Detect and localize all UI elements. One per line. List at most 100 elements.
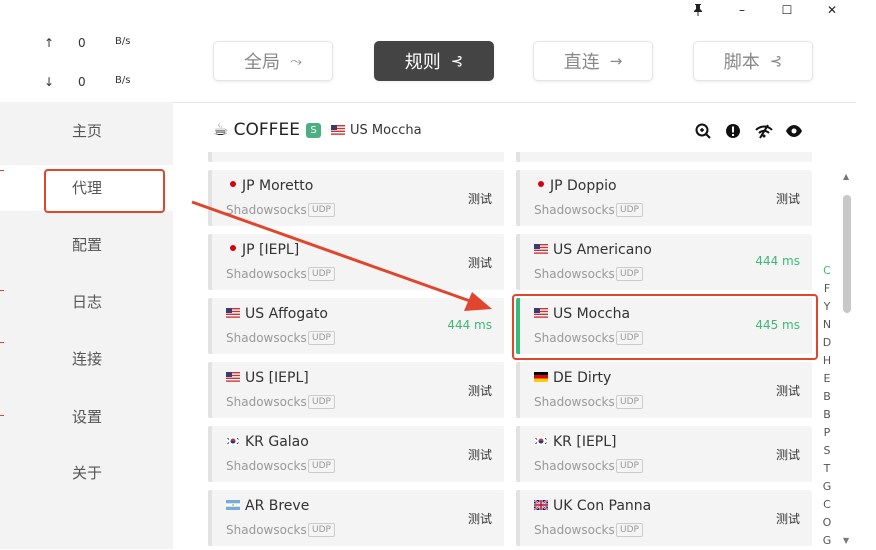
proxy-name: US [IEPL] — [226, 370, 309, 386]
proxy-name-text: KR [IEPL] — [553, 434, 617, 450]
proxy-list: JP Moretto Shadowsocks UDP 测试 JP Doppio Shado… — [173, 152, 856, 549]
latency-test-button[interactable]: 测试 — [468, 382, 492, 399]
nav-profiles[interactable]: 配置 — [0, 222, 173, 268]
kr-flag-icon — [226, 436, 240, 446]
alphabet-index-letter[interactable]: F — [820, 280, 834, 298]
proxy-group-header[interactable]: ☕ COFFEE S US Moccha — [173, 102, 856, 152]
proxy-card[interactable]: US Affogato Shadowsocks UDP 444 ms — [208, 298, 504, 354]
wifi-icon[interactable] — [755, 123, 773, 141]
proxy-card[interactable]: KR [IEPL] Shadowsocks UDP 测试 — [516, 426, 812, 482]
mode-direct-button[interactable]: 直连 → — [533, 41, 653, 81]
proxy-card[interactable]: UK Con Panna Shadowsocks UDP 测试 — [516, 490, 812, 546]
proxy-page: 全局 ⤳ 规则 ⊰ 直连 → 脚本 ⊰ ☕ COFFEE S US Moccha — [173, 20, 856, 549]
proxy-card[interactable]: US Americano Shadowsocks UDP 444 ms — [516, 234, 812, 290]
udp-badge: UDP — [616, 203, 643, 217]
scroll-down-icon[interactable]: ▼ — [843, 536, 849, 545]
selected-proxy-annotation-box — [512, 294, 818, 360]
uk-flag-icon — [534, 500, 548, 510]
proxy-card[interactable]: KR Galao Shadowsocks UDP 测试 — [208, 426, 504, 482]
mode-bar: 全局 ⤳ 规则 ⊰ 直连 → 脚本 ⊰ — [173, 20, 856, 103]
proxy-name: US Affogato — [226, 306, 328, 322]
arrow-right-icon: → — [609, 52, 623, 70]
proxy-type: Shadowsocks — [534, 203, 615, 217]
proxy-name: JP Moretto — [226, 178, 313, 194]
proxy-name: JP [IEPL] — [226, 242, 299, 258]
udp-badge: UDP — [616, 395, 643, 409]
latency-test-button[interactable]: 测试 — [776, 446, 800, 463]
proxy-card[interactable]: JP [IEPL] Shadowsocks UDP 测试 — [208, 234, 504, 290]
us-flag-icon — [534, 244, 548, 254]
proxy-type: Shadowsocks — [226, 395, 307, 409]
alphabet-index-letter[interactable]: G — [820, 532, 834, 550]
proxy-name: AR Breve — [226, 498, 309, 514]
mode-script-button[interactable]: 脚本 ⊰ — [693, 41, 813, 81]
alphabet-index-letter[interactable]: P — [820, 424, 834, 442]
alphabet-index-letter[interactable]: C — [820, 496, 834, 514]
nav-settings[interactable]: 设置 — [0, 394, 173, 440]
kr-flag-icon — [534, 436, 548, 446]
latency-test-button[interactable]: 测试 — [468, 446, 492, 463]
nav-about[interactable]: 关于 — [0, 450, 173, 496]
latency-value[interactable]: 444 ms — [447, 318, 492, 332]
latency-test-button[interactable]: 测试 — [468, 254, 492, 271]
edge-mark — [0, 415, 4, 416]
mode-direct-label: 直连 — [563, 52, 600, 73]
alphabet-index-letter[interactable]: E — [820, 370, 834, 388]
latency-value[interactable]: 444 ms — [755, 254, 800, 268]
close-button[interactable]: ✕ — [810, 0, 854, 20]
alphabet-index-letter[interactable]: Y — [820, 298, 834, 316]
alphabet-index-letter[interactable]: S — [820, 442, 834, 460]
alphabet-index-letter[interactable]: O — [820, 514, 834, 532]
proxy-card[interactable]: JP Doppio Shadowsocks UDP 测试 — [516, 170, 812, 226]
latency-test-icon[interactable] — [695, 123, 713, 141]
nav-logs[interactable]: 日志 — [0, 279, 173, 325]
minimize-button[interactable]: – — [720, 0, 764, 20]
mode-global-button[interactable]: 全局 ⤳ — [213, 41, 333, 81]
download-speed: ↓ 0 B/s — [0, 75, 173, 95]
udp-badge: UDP — [308, 331, 335, 345]
latency-test-button[interactable]: 测试 — [776, 190, 800, 207]
nav-connections[interactable]: 连接 — [0, 336, 173, 382]
upload-unit: B/s — [115, 36, 131, 47]
proxy-card[interactable]: JP Moretto Shadowsocks UDP 测试 — [208, 170, 504, 226]
proxy-card[interactable]: AR Breve Shadowsocks UDP 测试 — [208, 490, 504, 546]
alphabet-index-letter[interactable]: D — [820, 334, 834, 352]
latency-test-button[interactable]: 测试 — [468, 190, 492, 207]
proxy-type: Shadowsocks — [226, 267, 307, 281]
download-value: 0 — [78, 75, 86, 89]
scrollbar-thumb[interactable] — [843, 195, 851, 313]
mode-rule-button[interactable]: 规则 ⊰ — [374, 41, 494, 81]
nav-profiles-label: 配置 — [72, 236, 103, 254]
group-title: ☕ COFFEE — [213, 120, 300, 140]
upload-value: 0 — [78, 36, 86, 50]
alphabet-index-letter[interactable]: B — [820, 388, 834, 406]
proxy-card-partial[interactable] — [208, 152, 504, 162]
jp-flag-icon — [230, 245, 236, 251]
eye-icon[interactable] — [785, 123, 803, 141]
latency-test-button[interactable]: 测试 — [776, 510, 800, 527]
alphabet-index-letter[interactable]: C — [820, 262, 834, 280]
nav-home[interactable]: 主页 — [0, 108, 173, 154]
proxy-name: UK Con Panna — [534, 498, 651, 514]
alphabet-index-letter[interactable]: G — [820, 478, 834, 496]
latency-test-button[interactable]: 测试 — [776, 382, 800, 399]
scroll-up-icon[interactable]: ▲ — [843, 172, 849, 181]
maximize-button[interactable]: ☐ — [765, 0, 809, 20]
edge-mark — [0, 290, 4, 291]
udp-badge: UDP — [616, 267, 643, 281]
alphabet-index-letter[interactable]: H — [820, 352, 834, 370]
us-flag-icon — [226, 308, 240, 318]
alphabet-index-letter[interactable]: B — [820, 406, 834, 424]
alert-icon[interactable] — [725, 123, 743, 141]
proxy-card[interactable]: DE Dirty Shadowsocks UDP 测试 — [516, 362, 812, 418]
alphabet-index-letter[interactable]: N — [820, 316, 834, 334]
proxy-name: KR Galao — [226, 434, 309, 450]
nav-home-label: 主页 — [72, 122, 103, 140]
alphabet-index-letter[interactable]: T — [820, 460, 834, 478]
us-flag-icon — [331, 124, 345, 135]
proxy-card[interactable]: US [IEPL] Shadowsocks UDP 测试 — [208, 362, 504, 418]
us-flag-icon — [226, 372, 240, 382]
latency-test-button[interactable]: 测试 — [468, 510, 492, 527]
pin-icon[interactable] — [676, 0, 720, 20]
proxy-card-partial[interactable] — [516, 152, 812, 162]
